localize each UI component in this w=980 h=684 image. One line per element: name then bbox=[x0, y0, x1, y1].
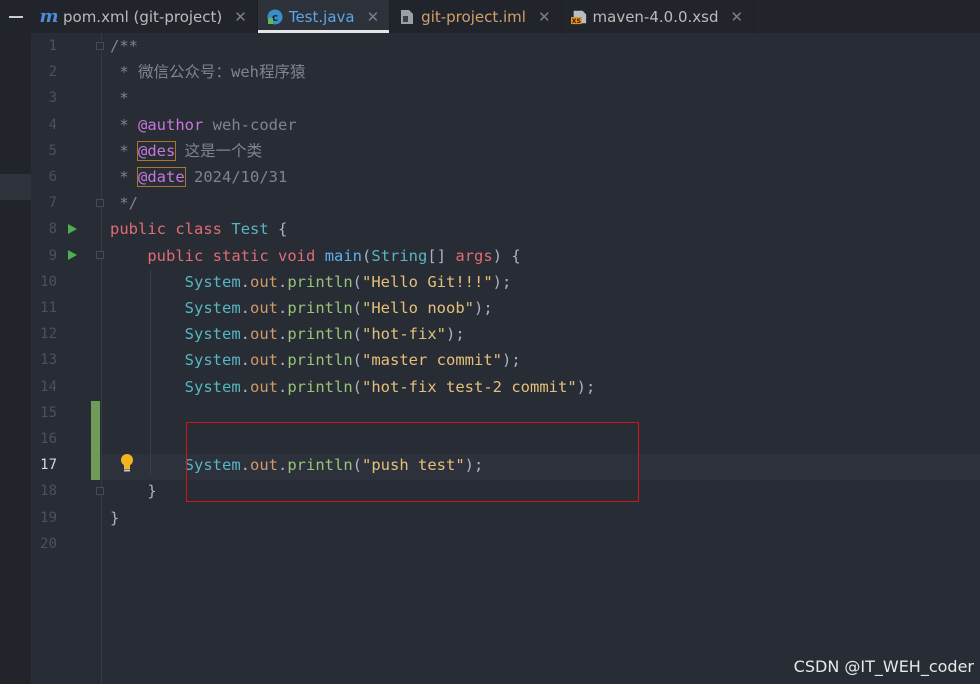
fold-icon[interactable] bbox=[96, 199, 104, 207]
current-line-number: 17 bbox=[40, 457, 57, 474]
line-number: 1 bbox=[48, 38, 57, 54]
code-line: } bbox=[110, 508, 120, 527]
code-line: System.out.println("hot-fix test-2 commi… bbox=[184, 377, 596, 396]
line-number: 9 bbox=[48, 247, 57, 264]
tab-label: maven-4.0.0.xsd bbox=[592, 7, 719, 26]
code-line: System.out.println("Hello noob"); bbox=[184, 299, 493, 317]
fold-icon[interactable] bbox=[96, 487, 104, 495]
line-number: 2 bbox=[48, 64, 57, 81]
javadoc-tag: @author bbox=[138, 115, 204, 134]
java-class-icon: c bbox=[267, 9, 283, 25]
line-number: 12 bbox=[40, 326, 57, 343]
annotation-highlight-box bbox=[186, 422, 639, 502]
code-line: * @author weh-coder bbox=[110, 115, 297, 134]
editor-tab-bar: m pom.xml (git-project) ✕ c Test.java ✕ … bbox=[0, 0, 980, 33]
line-number: 5 bbox=[48, 142, 57, 159]
tab-maven-xsd[interactable]: XS maven-4.0.0.xsd ✕ bbox=[562, 0, 755, 33]
code-line: */ bbox=[110, 194, 138, 213]
line-number: 14 bbox=[40, 378, 57, 395]
line-number: 16 bbox=[40, 431, 57, 447]
xsd-file-icon: XS bbox=[570, 9, 587, 25]
vcs-change-marker[interactable] bbox=[91, 401, 100, 480]
code-line: } bbox=[147, 482, 157, 501]
code-line: public static void main(String[] args) { bbox=[147, 246, 521, 265]
code-line: * @date 2024/10/31 bbox=[110, 167, 288, 187]
line-number: 20 bbox=[40, 535, 57, 552]
close-icon[interactable]: ✕ bbox=[731, 8, 744, 26]
tab-pom-xml[interactable]: m pom.xml (git-project) ✕ bbox=[32, 0, 258, 33]
code-line: /** bbox=[110, 37, 138, 55]
code-editor[interactable]: 1 2 3 4 5 6 7 8 9 10 11 12 13 14 15 16 1… bbox=[0, 33, 980, 684]
fold-icon[interactable] bbox=[96, 251, 104, 259]
run-class-icon[interactable] bbox=[68, 224, 77, 234]
code-line: System.out.println("hot-fix"); bbox=[184, 325, 465, 344]
maven-m-icon: m bbox=[39, 6, 59, 27]
gutter-separator bbox=[101, 33, 102, 684]
line-number: 10 bbox=[40, 273, 57, 290]
line-number: 8 bbox=[48, 221, 57, 238]
module-file-icon bbox=[399, 9, 415, 25]
close-icon[interactable]: ✕ bbox=[367, 8, 380, 26]
tab-test-java[interactable]: c Test.java ✕ bbox=[257, 0, 391, 33]
line-number: 6 bbox=[48, 169, 57, 185]
run-main-icon[interactable] bbox=[68, 250, 77, 260]
code-line: System.out.println("Hello Git!!!"); bbox=[184, 272, 512, 291]
line-number: 18 bbox=[40, 483, 57, 500]
javadoc-tag-unknown: @des bbox=[136, 140, 177, 161]
tab-label: pom.xml (git-project) bbox=[63, 7, 223, 26]
line-number: 19 bbox=[40, 509, 57, 526]
collapse-icon[interactable] bbox=[0, 0, 32, 33]
line-number: 4 bbox=[48, 116, 57, 133]
line-number: 3 bbox=[48, 90, 57, 107]
tool-window-strip bbox=[0, 33, 31, 684]
line-number: 13 bbox=[40, 352, 57, 369]
line-number: 7 bbox=[48, 195, 57, 212]
code-line: public class Test { bbox=[110, 220, 288, 239]
code-line: System.out.println("master commit"); bbox=[184, 351, 521, 370]
svg-text:XS: XS bbox=[571, 18, 581, 25]
tab-label: Test.java bbox=[288, 7, 355, 26]
tab-git-project-iml[interactable]: git-project.iml ✕ bbox=[390, 0, 562, 33]
close-icon[interactable]: ✕ bbox=[234, 8, 247, 26]
code-line: * 微信公众号：weh程序猿 bbox=[110, 63, 306, 82]
javadoc-tag-unknown: @date bbox=[137, 167, 186, 187]
watermark: CSDN @IT_WEH_coder bbox=[793, 657, 974, 676]
close-icon[interactable]: ✕ bbox=[538, 8, 551, 26]
line-number: 15 bbox=[40, 404, 57, 421]
tab-label: git-project.iml bbox=[421, 7, 526, 26]
code-line: * bbox=[110, 89, 129, 108]
line-number: 11 bbox=[40, 300, 57, 316]
code-line: * @des 这是一个类 bbox=[110, 140, 263, 161]
fold-icon[interactable] bbox=[96, 42, 104, 50]
